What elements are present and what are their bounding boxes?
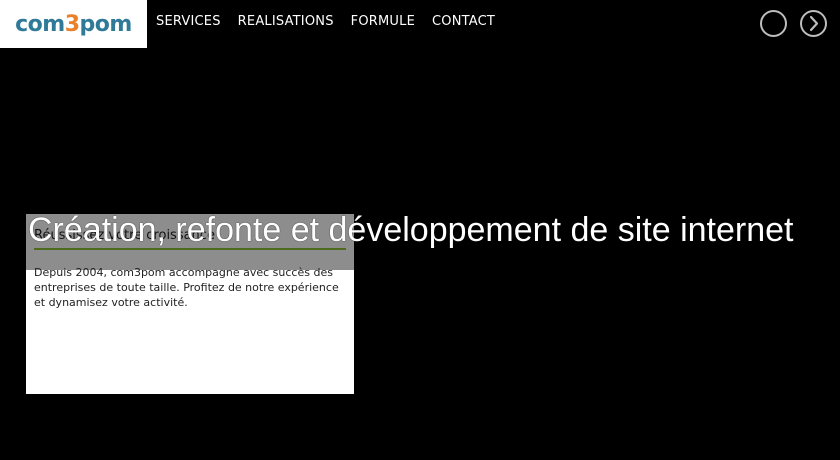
nav-item-contact[interactable]: CONTACT [432, 14, 495, 29]
nav-item-realisations[interactable]: REALISATIONS [238, 14, 334, 29]
chevron-right-circle-icon [809, 15, 819, 32]
logo-link[interactable]: com3pom [0, 0, 147, 48]
logo-text-3: 3 [64, 11, 80, 37]
circle-icon [762, 12, 785, 35]
logo-text-pom: pom [79, 11, 133, 37]
page: com3pom SERVICES REALISATIONS FORMULE CO… [0, 0, 840, 460]
logo: com3pom [15, 12, 132, 37]
main-nav: SERVICES REALISATIONS FORMULE CONTACT [156, 14, 495, 29]
nav-item-services[interactable]: SERVICES [156, 14, 221, 29]
slider-next-button[interactable] [800, 10, 827, 37]
card-body-text: Depuis 2004, com3pom accompagne avec suc… [34, 266, 339, 309]
slider-prev-button[interactable] [760, 10, 787, 37]
page-title: Création, refonte et développement de si… [28, 211, 794, 249]
nav-item-formule[interactable]: FORMULE [351, 14, 415, 29]
logo-text-com: com [15, 11, 65, 37]
header: com3pom SERVICES REALISATIONS FORMULE CO… [0, 0, 840, 48]
